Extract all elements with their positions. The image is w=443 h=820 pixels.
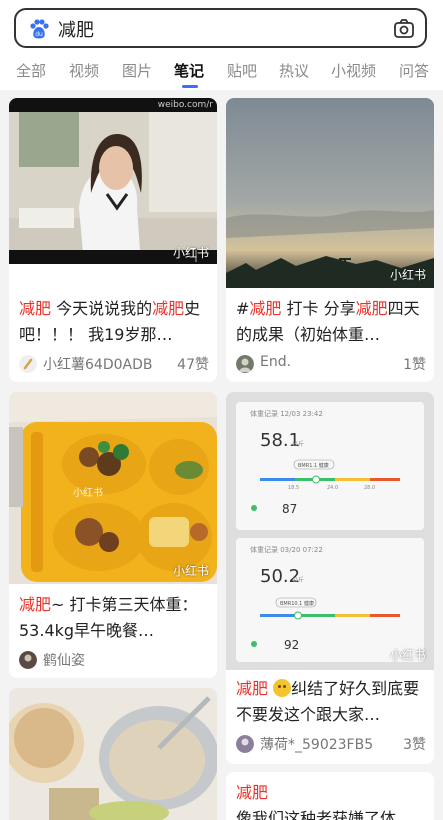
note-card[interactable]: 小红书 小红书 减肥~ 打卡第三天体重：53.4kg早午晚餐… 鹤仙姿 — [9, 392, 217, 678]
note-card[interactable]: 小红书 #减肥 打卡 分享减肥四天的成果（初始体重… End. 1赞 — [226, 98, 434, 382]
watermark: 小红书 — [172, 564, 209, 578]
note-card[interactable]: 体重记录 12/03 23:42 58.1 公斤 BMR1.1 健康 18.5 … — [226, 392, 434, 764]
note-image: 小红书 — [226, 98, 434, 288]
note-image — [9, 688, 217, 820]
like-count: 3赞 — [403, 737, 426, 753]
tab-bar: 全部 视频 图片 笔记 贴吧 热议 小视频 问答 — [0, 56, 443, 90]
image-watermark: 小红书 — [73, 488, 103, 499]
note-title: 减肥 今天说说我的减肥史吧！！！ 我19岁那… — [19, 299, 201, 344]
note-meta: End. 1赞 — [236, 354, 426, 374]
search-input[interactable] — [58, 16, 358, 42]
author-name: 小红薯64D0ADB — [43, 357, 153, 373]
svg-text:24.0: 24.0 — [327, 485, 338, 491]
note-image: 小红书 小红书 — [9, 392, 217, 584]
note-title: 减肥~ 打卡第三天体重：53.4kg早午晚餐… — [19, 595, 198, 640]
svg-text:du: du — [35, 31, 43, 38]
top-bar: du 全部 视频 图片 笔记 贴吧 热议 小视频 问答 — [0, 0, 443, 90]
scale-header: 体重记录 12/03 23:42 — [250, 409, 323, 418]
note-title: 减肥像我们这种老获嫌了体质… — [236, 783, 397, 820]
avatar — [19, 355, 37, 373]
author-name: 鹤仙姿 — [43, 653, 85, 669]
watermark: 小红书 — [172, 246, 209, 260]
watermark: 小红书 — [389, 648, 426, 662]
health-score: 92 — [284, 638, 299, 652]
scale-header: 体重记录 03/20 07:22 — [250, 545, 323, 554]
avatar — [236, 735, 254, 753]
avatar — [19, 651, 37, 669]
note-meta: 鹤仙姿 — [19, 650, 209, 670]
weight-unit: 公斤 — [292, 440, 304, 448]
note-card[interactable] — [9, 688, 217, 820]
tab-qa[interactable]: 问答 — [399, 60, 429, 81]
author-name: End. — [260, 354, 292, 370]
note-meta: 小红薯64D0ADB 47赞 — [19, 354, 209, 374]
tab-notes[interactable]: 笔记 — [174, 60, 204, 81]
tab-tieba[interactable]: 贴吧 — [227, 60, 257, 81]
svg-text:28.0: 28.0 — [364, 485, 375, 491]
like-count: 47赞 — [177, 357, 209, 373]
bmr-label: BMR1.1 健康 — [298, 462, 329, 469]
tab-short-video[interactable]: 小视频 — [331, 60, 376, 81]
note-card[interactable]: weibo.com/r 小红书 减肥 今天说说我的减肥史吧！！！ 我19岁那… … — [9, 98, 217, 382]
note-title: #减肥 打卡 分享减肥四天的成果（初始体重… — [236, 299, 420, 344]
health-score: 87 — [282, 502, 297, 516]
note-image: 体重记录 12/03 23:42 58.1 公斤 BMR1.1 健康 18.5 … — [226, 392, 434, 670]
tab-all[interactable]: 全部 — [16, 60, 46, 81]
baidu-paw-icon: du — [30, 19, 49, 39]
svg-text:18.5: 18.5 — [288, 485, 299, 491]
weight-unit: 公斤 — [292, 576, 304, 584]
tab-discussion[interactable]: 热议 — [279, 60, 309, 81]
tab-images[interactable]: 图片 — [122, 60, 152, 81]
watermark: 小红书 — [389, 268, 426, 282]
note-meta: 薄荷*_59023FB5 3赞 — [236, 734, 426, 754]
bmr-label: BMR10.1 健康 — [280, 600, 314, 607]
avatar — [236, 355, 254, 373]
author-name: 薄荷*_59023FB5 — [260, 737, 374, 753]
active-tab-indicator — [182, 85, 198, 88]
thinking-emoji-icon — [273, 679, 292, 697]
search-box[interactable]: du — [14, 8, 427, 48]
note-title: 减肥 纠结了好久到底要不要发这个跟大家… — [236, 679, 420, 724]
note-image: weibo.com/r 小红书 — [9, 98, 217, 264]
note-card[interactable]: 减肥像我们这种老获嫌了体质… — [226, 772, 434, 820]
tab-video[interactable]: 视频 — [69, 60, 99, 81]
like-count: 1赞 — [403, 357, 426, 373]
source-caption: weibo.com/r — [157, 100, 213, 110]
camera-icon[interactable] — [393, 18, 415, 40]
